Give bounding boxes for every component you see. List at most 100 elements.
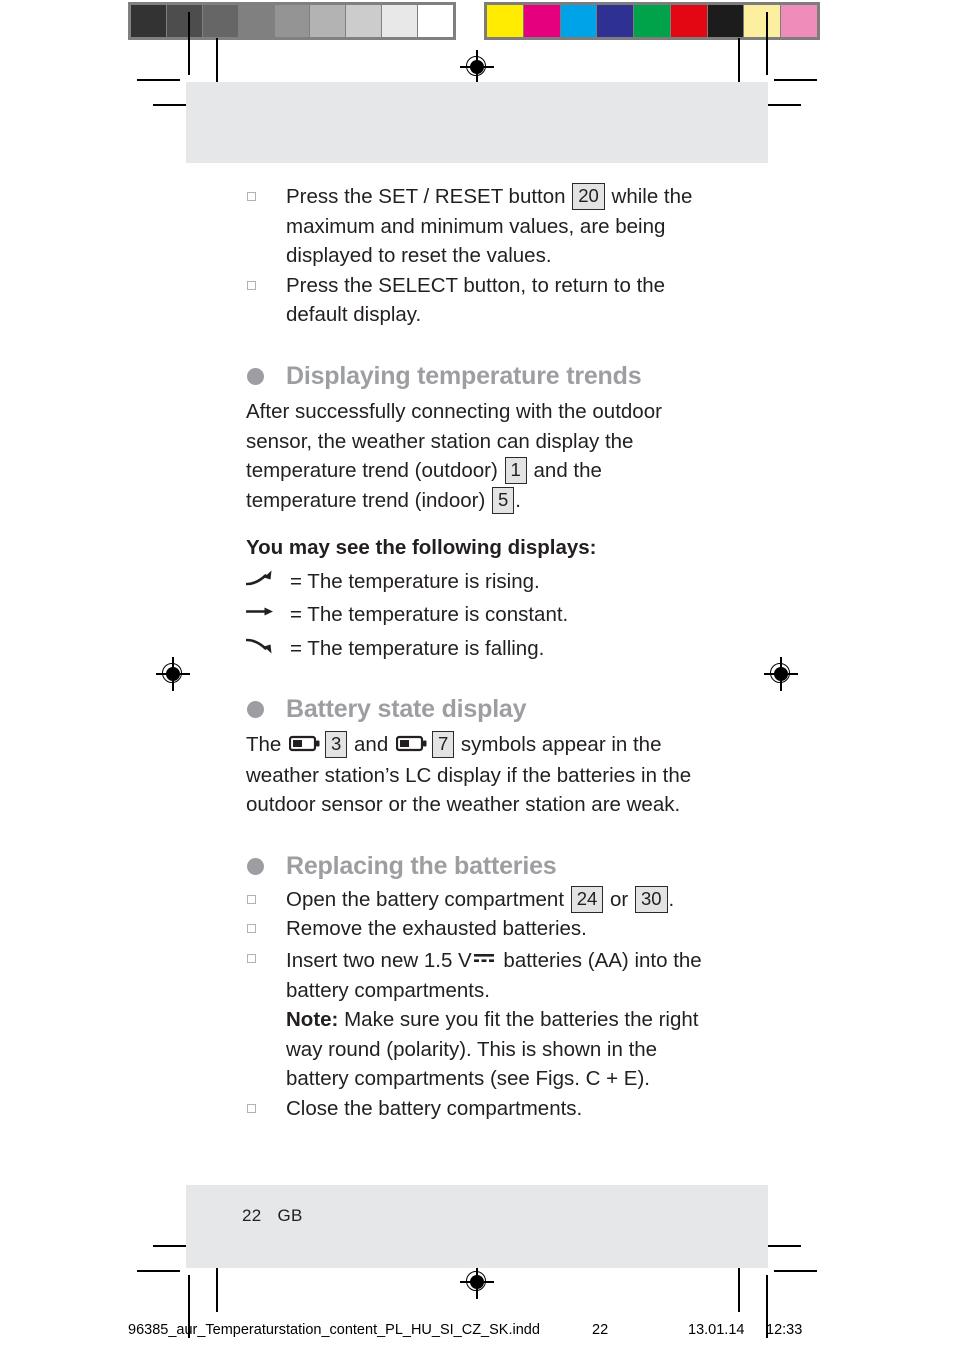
step-text-mid: or <box>604 887 634 911</box>
note-label: Note: <box>286 1008 339 1032</box>
gray-swatch <box>274 5 311 37</box>
step-text: Press the SELECT button, to return to th… <box>286 273 666 327</box>
square-bullet-icon <box>247 924 256 934</box>
crop-mark <box>137 79 180 81</box>
section-heading-label: Displaying temperature trends <box>286 361 642 390</box>
reference-box: 1 <box>504 457 527 485</box>
step-text: Remove the exhausted batteries. <box>286 917 587 941</box>
square-bullet-icon <box>247 192 256 201</box>
step-text-pre: Insert two new 1.5 V <box>286 949 472 973</box>
page-header-band <box>186 82 768 163</box>
reference-box: 7 <box>431 731 455 759</box>
color-swatch <box>597 5 635 37</box>
dot-bullet-icon <box>247 367 264 385</box>
arrow-rising-icon <box>246 563 290 593</box>
section-heading-replacing-batteries: Replacing the batteries <box>246 849 716 883</box>
crop-mark <box>774 79 817 81</box>
gray-swatch <box>238 5 275 37</box>
dc-voltage-icon <box>473 944 495 974</box>
step-text-pre: Open the battery compartment <box>286 887 570 911</box>
temperature-trends-paragraph: After successfully connecting with the o… <box>246 397 716 515</box>
color-swatch <box>634 5 671 37</box>
folio-locale: GB <box>277 1206 303 1225</box>
displays-subheading: You may see the following displays: <box>246 536 597 560</box>
list-item: Open the battery compartment 24 or 30. <box>246 885 716 915</box>
gray-swatch <box>382 5 419 37</box>
process-color-swatch-group <box>484 2 820 40</box>
paragraph-text-post: . <box>515 488 521 512</box>
dot-bullet-icon <box>247 857 264 875</box>
grayscale-swatch-group <box>128 2 456 40</box>
note-text: Make sure you fit the batteries the righ… <box>286 1008 699 1091</box>
square-bullet-icon <box>247 894 256 904</box>
list-item: Remove the exhausted batteries. <box>246 914 716 944</box>
trend-label: = The temperature is constant. <box>290 603 569 627</box>
page-footer-band: 22 GB <box>186 1185 768 1268</box>
section-heading-label: Battery state display <box>286 695 527 724</box>
page-content: Press the SET / RESET button 20 while th… <box>246 182 716 1124</box>
color-calibration-bar <box>128 2 822 40</box>
reference-box: 5 <box>491 486 515 514</box>
square-bullet-icon <box>247 954 256 964</box>
square-bullet-icon <box>247 280 256 290</box>
list-item: Press the SELECT button, to return to th… <box>246 271 716 330</box>
reference-box: 30 <box>634 885 668 913</box>
gray-swatch <box>310 5 347 37</box>
gray-swatch <box>131 5 167 37</box>
section-heading-temperature-trends: Displaying temperature trends <box>246 359 716 393</box>
list-item: Insert two new 1.5 V batteries (AA) into… <box>246 944 716 1094</box>
gray-swatch <box>418 5 454 37</box>
color-swatch <box>781 5 818 37</box>
crop-mark <box>766 12 768 75</box>
imprint-file-name: 96385_aur_Temperaturstation_content_PL_H… <box>128 1322 540 1338</box>
folio: 22 GB <box>242 1206 303 1226</box>
step-text: Close the battery compartments. <box>286 1097 583 1121</box>
list-item: Close the battery compartments. <box>246 1094 716 1124</box>
crop-mark <box>188 12 190 75</box>
trend-legend-row: = The temperature is rising. <box>246 563 716 596</box>
gray-swatch <box>202 5 239 37</box>
step-text-post: . <box>668 887 675 911</box>
list-item: Press the SET / RESET button 20 while th… <box>246 182 716 271</box>
trend-legend-row: = The temperature is constant. <box>246 596 716 629</box>
battery-low-icon <box>288 731 321 761</box>
color-swatch <box>523 5 561 37</box>
crop-mark <box>774 1270 817 1272</box>
trend-label: = The temperature is rising. <box>290 569 540 593</box>
gray-swatch <box>166 5 203 37</box>
section-heading-label: Replacing the batteries <box>286 851 557 880</box>
trend-legend-row: = The temperature is falling. <box>246 630 716 663</box>
reference-box: 24 <box>570 885 604 913</box>
dot-bullet-icon <box>247 701 264 719</box>
reference-box: 3 <box>325 731 348 759</box>
paragraph-text-pre: The <box>246 733 288 757</box>
crop-mark <box>137 1270 180 1272</box>
registration-mark-bottom <box>460 1265 494 1299</box>
section-heading-battery-state: Battery state display <box>246 692 716 726</box>
square-bullet-icon <box>247 1104 256 1114</box>
color-swatch <box>744 5 782 37</box>
registration-mark-right <box>764 657 798 691</box>
arrow-constant-icon <box>246 596 290 626</box>
imprint-page-number: 22 <box>592 1322 609 1338</box>
replacing-batteries-step-list: Open the battery compartment 24 or 30. R… <box>246 885 716 1124</box>
gray-swatch <box>346 5 383 37</box>
intro-step-list: Press the SET / RESET button 20 while th… <box>246 182 716 330</box>
paragraph-text-and: and <box>348 733 394 757</box>
trend-label: = The temperature is falling. <box>290 636 545 660</box>
imprint-date: 13.01.14 <box>688 1322 745 1338</box>
registration-mark-left <box>156 657 190 691</box>
color-swatch <box>707 5 745 37</box>
step-text-pre: Press the SET / RESET button <box>286 185 572 208</box>
color-swatch <box>670 5 708 37</box>
color-swatch <box>560 5 598 37</box>
folio-page-number: 22 <box>242 1206 262 1225</box>
imprint-time: 12:33 <box>766 1322 803 1338</box>
registration-mark-top <box>460 50 494 84</box>
reference-box: 20 <box>572 183 605 210</box>
battery-state-paragraph: The 3 and 7 symbols appear in the weathe… <box>246 730 716 820</box>
